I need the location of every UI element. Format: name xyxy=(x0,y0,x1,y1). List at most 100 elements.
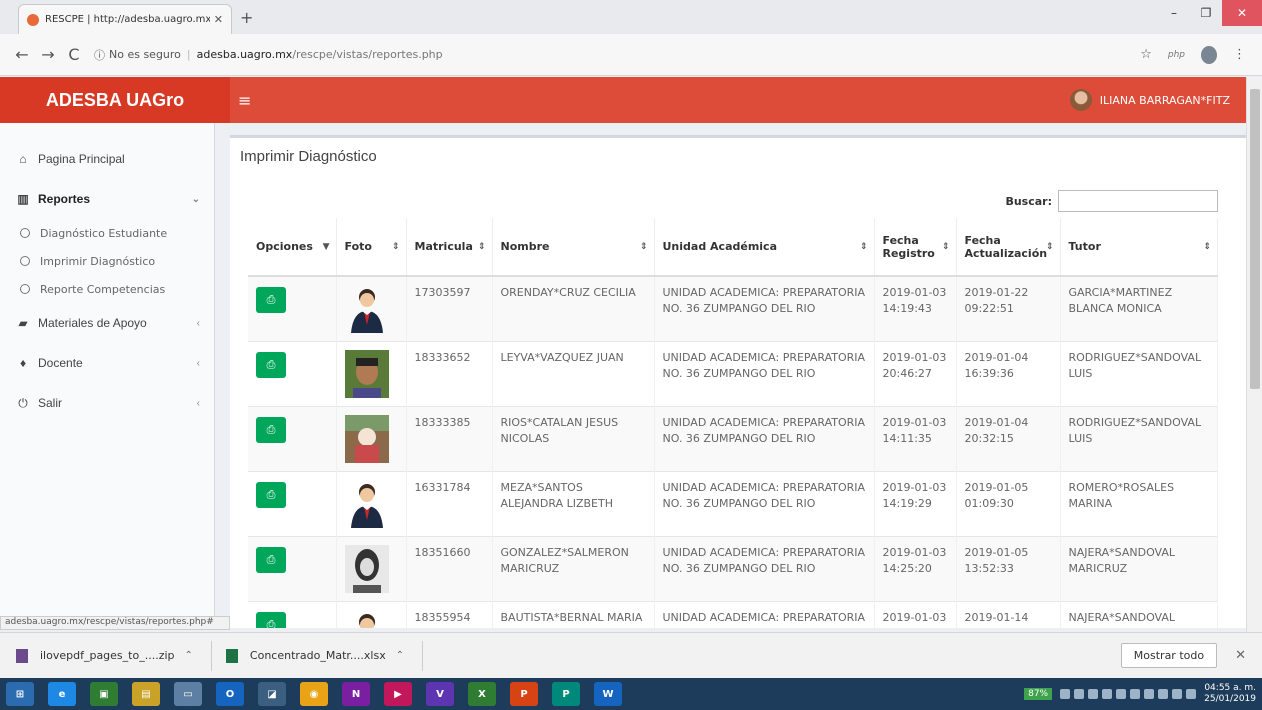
new-tab-icon[interactable]: + xyxy=(240,8,253,27)
brand-logo[interactable]: ADESBA UAGro xyxy=(0,77,230,123)
column-header-unidad[interactable]: Unidad Académica ⇕ xyxy=(654,218,875,277)
print-icon: ⎙ xyxy=(266,553,276,566)
store-icon[interactable]: ▣ xyxy=(90,682,118,706)
cell-foto xyxy=(336,536,407,602)
zip-file-icon xyxy=(16,648,28,663)
user-name: ILIANA BARRAGAN*FITZ xyxy=(1099,93,1230,107)
download-item[interactable]: ilovepdf_pages_to_....zip ⌃ xyxy=(16,640,212,671)
php-extension-icon[interactable]: php xyxy=(1168,50,1185,60)
print-button[interactable]: ⎙ xyxy=(256,612,286,628)
column-label: Fecha Registro xyxy=(882,233,935,260)
address-bar: ← → C ⓘ No es seguro | adesba.uagro.mx/r… xyxy=(0,34,1262,76)
table-row: ⎙ 18333652 LEYVA*VAZQUEZ JUAN UNIDAD ACA… xyxy=(248,341,1218,407)
column-header-nombre[interactable]: Nombre ⇕ xyxy=(492,218,655,277)
cell-matricula: 17303597 xyxy=(406,275,493,342)
excel-icon[interactable]: X xyxy=(468,682,496,706)
sidebar-item-home[interactable]: ⌂ Pagina Principal xyxy=(0,139,214,179)
sort-icon: ⇕ xyxy=(477,241,486,252)
chrome-icon[interactable]: ◉ xyxy=(300,682,328,706)
table-header-row: Opciones ▼ Foto ⇕ Matricula ⇕ Nombre ⇕ Unida… xyxy=(248,218,1218,277)
sidebar-item-salir[interactable]: ⏻ Salir ‹ xyxy=(0,383,214,423)
print-button[interactable]: ⎙ xyxy=(256,417,286,443)
sidebar-subitem-label: Diagnóstico Estudiante xyxy=(40,226,168,240)
search-input[interactable] xyxy=(1058,190,1218,212)
cell-tutor: RODRIGUEZ*SANDOVAL LUIS xyxy=(1060,341,1218,407)
sort-icon: ⇕ xyxy=(941,241,950,252)
print-button[interactable]: ⎙ xyxy=(256,547,286,573)
column-label: Opciones xyxy=(256,240,313,253)
column-label: Unidad Académica xyxy=(662,240,778,253)
download-item[interactable]: Concentrado_Matr....xlsx ⌃ xyxy=(225,640,424,671)
user-menu[interactable]: ILIANA BARRAGAN*FITZ xyxy=(1069,89,1230,111)
cell-foto xyxy=(336,601,407,628)
app-icon[interactable]: ◪ xyxy=(258,682,286,706)
print-icon: ⎙ xyxy=(266,488,276,501)
chevron-up-icon[interactable]: ⌃ xyxy=(396,650,404,661)
column-header-foto[interactable]: Foto ⇕ xyxy=(336,218,407,277)
visio-icon[interactable]: V xyxy=(426,682,454,706)
sidebar-item-reportes[interactable]: ▥ Reportes ⌄ xyxy=(0,179,214,219)
windows-start-icon[interactable]: ⊞ xyxy=(6,682,34,706)
page-title: Imprimir Diagnóstico xyxy=(240,148,377,165)
minimize-icon[interactable]: – xyxy=(1158,0,1190,26)
window-close-icon[interactable]: ✕ xyxy=(1222,0,1262,26)
sidebar-subitem-competencias[interactable]: Reporte Competencias xyxy=(0,275,214,303)
page-scrollbar[interactable] xyxy=(1246,77,1262,632)
media-icon[interactable]: ▶ xyxy=(384,682,412,706)
print-button[interactable]: ⎙ xyxy=(256,482,286,508)
sidebar-item-label: Docente xyxy=(38,356,83,370)
column-header-tutor[interactable]: Tutor ⇕ xyxy=(1060,218,1218,277)
tray-icons[interactable] xyxy=(1060,689,1197,699)
reload-icon[interactable]: C xyxy=(62,45,86,64)
show-all-button[interactable]: Mostrar todo xyxy=(1120,643,1218,668)
column-header-opciones[interactable]: Opciones ▼ xyxy=(248,218,337,277)
cell-matricula: 18333385 xyxy=(406,406,493,472)
table-row: ⎙ 18351660 GONZALEZ*SALMERON MARICRUZ UN… xyxy=(248,536,1218,602)
chevron-up-icon[interactable]: ⌃ xyxy=(185,650,193,661)
table-row: ⎙ 18333385 RIOS*CATALAN JESUS NICOLAS UN… xyxy=(248,406,1218,472)
sidebar-item-materiales[interactable]: ▰ Materiales de Apoyo ‹ xyxy=(0,303,214,343)
profile-icon[interactable] xyxy=(1201,45,1217,64)
print-button[interactable]: ⎙ xyxy=(256,287,286,313)
cell-opciones: ⎙ xyxy=(248,601,337,628)
star-icon[interactable]: ☆ xyxy=(1140,47,1152,62)
sort-icon: ⇕ xyxy=(859,241,868,252)
battery-badge[interactable]: 87% xyxy=(1024,688,1053,700)
forward-icon[interactable]: → xyxy=(36,45,60,64)
cell-tutor: ROMERO*ROSALES MARINA xyxy=(1060,471,1218,537)
sidebar-subitem-imprimir[interactable]: Imprimir Diagnóstico xyxy=(0,247,214,275)
print-button[interactable]: ⎙ xyxy=(256,352,286,378)
clock[interactable]: 04:55 a. m. 25/01/2019 xyxy=(1204,683,1256,705)
onenote-icon[interactable]: N xyxy=(342,682,370,706)
word-icon[interactable]: W xyxy=(594,682,622,706)
system-tray: 87% 04:55 a. m. 25/01/2019 xyxy=(1024,683,1262,705)
internet-explorer-icon[interactable]: e xyxy=(48,682,76,706)
project-icon[interactable]: P xyxy=(552,682,580,706)
back-icon[interactable]: ← xyxy=(10,45,34,64)
sort-icon: ⇕ xyxy=(1203,241,1211,252)
site-favicon-icon xyxy=(27,13,39,26)
column-header-fecha-actualizacion[interactable]: Fecha Actualización ⇕ xyxy=(956,218,1061,277)
sidebar-subitem-diagnostico[interactable]: Diagnóstico Estudiante xyxy=(0,219,214,247)
menu-kebab-icon[interactable]: ⋮ xyxy=(1233,47,1246,62)
scrollbar-thumb[interactable] xyxy=(1250,89,1260,389)
file-explorer-icon[interactable]: ▤ xyxy=(132,682,160,706)
sidebar-item-docente[interactable]: ♦ Docente ‹ xyxy=(0,343,214,383)
person-icon: ♦ xyxy=(19,356,27,370)
hamburger-icon[interactable]: ≡ xyxy=(238,91,251,110)
column-header-matricula[interactable]: Matricula ⇕ xyxy=(406,218,493,277)
maximize-icon[interactable]: ❐ xyxy=(1190,0,1222,26)
column-header-fecha-registro[interactable]: Fecha Registro ⇕ xyxy=(874,218,957,277)
close-icon[interactable]: ✕ xyxy=(1235,648,1246,663)
cell-nombre: BAUTISTA*BERNAL MARIA DEL CARMEN xyxy=(492,601,655,628)
browser-tab[interactable]: RESCPE | http://adesba.uagro.mx ✕ xyxy=(18,4,232,34)
powerpoint-icon[interactable]: P xyxy=(510,682,538,706)
tab-close-icon[interactable]: ✕ xyxy=(214,13,223,26)
chevron-down-icon: ⌄ xyxy=(191,193,200,205)
print-icon: ⎙ xyxy=(266,618,276,628)
outlook-icon[interactable]: O xyxy=(216,682,244,706)
sidebar: ⌂ Pagina Principal ▥ Reportes ⌄ Diagnóst… xyxy=(0,123,215,628)
info-icon[interactable]: ⓘ xyxy=(94,47,105,63)
monitor-icon[interactable]: ▭ xyxy=(174,682,202,706)
url-field[interactable]: ⓘ No es seguro | adesba.uagro.mx/rescpe/… xyxy=(94,41,1140,69)
